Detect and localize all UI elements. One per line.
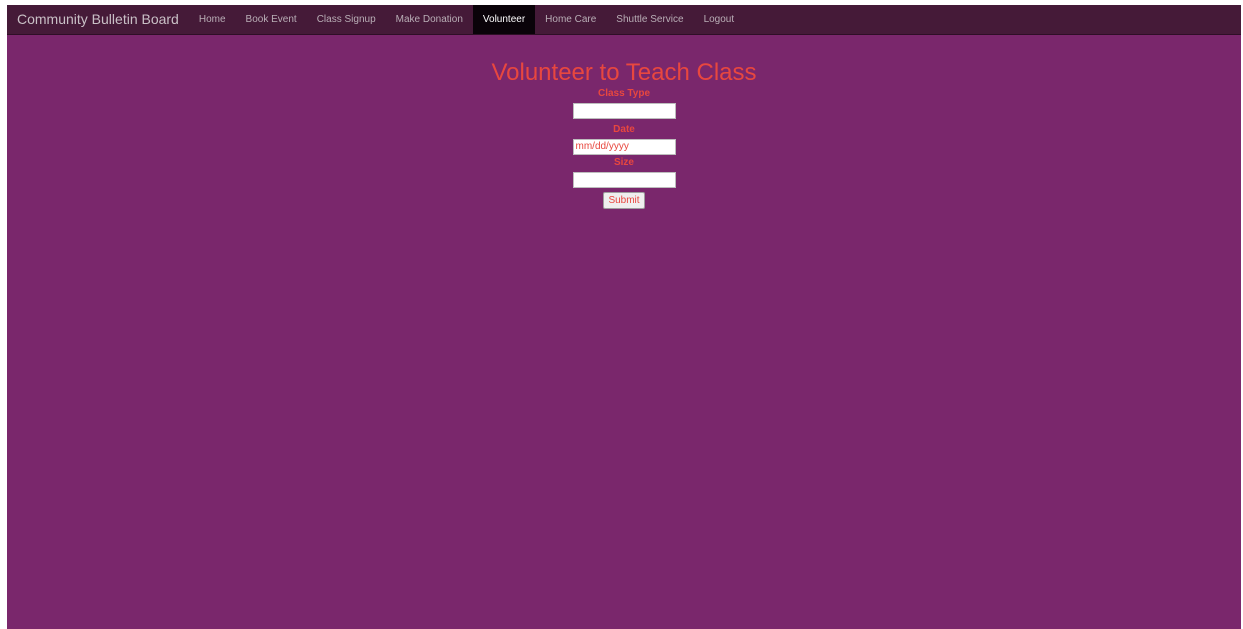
nav-item-home-care[interactable]: Home Care	[535, 5, 606, 34]
class-type-input[interactable]	[572, 103, 676, 119]
page-title: Volunteer to Teach Class	[491, 59, 757, 86]
nav-item-book-event[interactable]: Book Event	[236, 5, 307, 34]
nav-item-home[interactable]: Home	[189, 5, 236, 34]
brand-link[interactable]: Community Bulletin Board	[7, 5, 189, 34]
class-type-label: Class Type	[597, 88, 651, 99]
submit-button[interactable]: Submit	[603, 192, 645, 209]
nav-list: Home Book Event Class Signup Make Donati…	[189, 5, 744, 34]
nav-item-class-signup[interactable]: Class Signup	[307, 5, 386, 34]
size-input[interactable]	[572, 172, 676, 188]
navbar: Community Bulletin Board Home Book Event…	[7, 5, 1241, 35]
date-input[interactable]: mm/dd/yyyy	[572, 139, 676, 155]
nav-item-volunteer[interactable]: Volunteer	[472, 5, 536, 34]
date-label: Date	[613, 124, 635, 135]
nav-item-shuttle-service[interactable]: Shuttle Service	[606, 5, 693, 34]
main-content: Volunteer to Teach Class Class Type Date…	[7, 35, 1241, 209]
volunteer-form: Class Type Date mm/dd/yyyy Size Submit	[7, 87, 1241, 209]
nav-item-make-donation[interactable]: Make Donation	[386, 5, 473, 34]
nav-item-logout[interactable]: Logout	[694, 5, 745, 34]
page-frame: Community Bulletin Board Home Book Event…	[7, 5, 1241, 629]
size-label: Size	[613, 157, 634, 168]
